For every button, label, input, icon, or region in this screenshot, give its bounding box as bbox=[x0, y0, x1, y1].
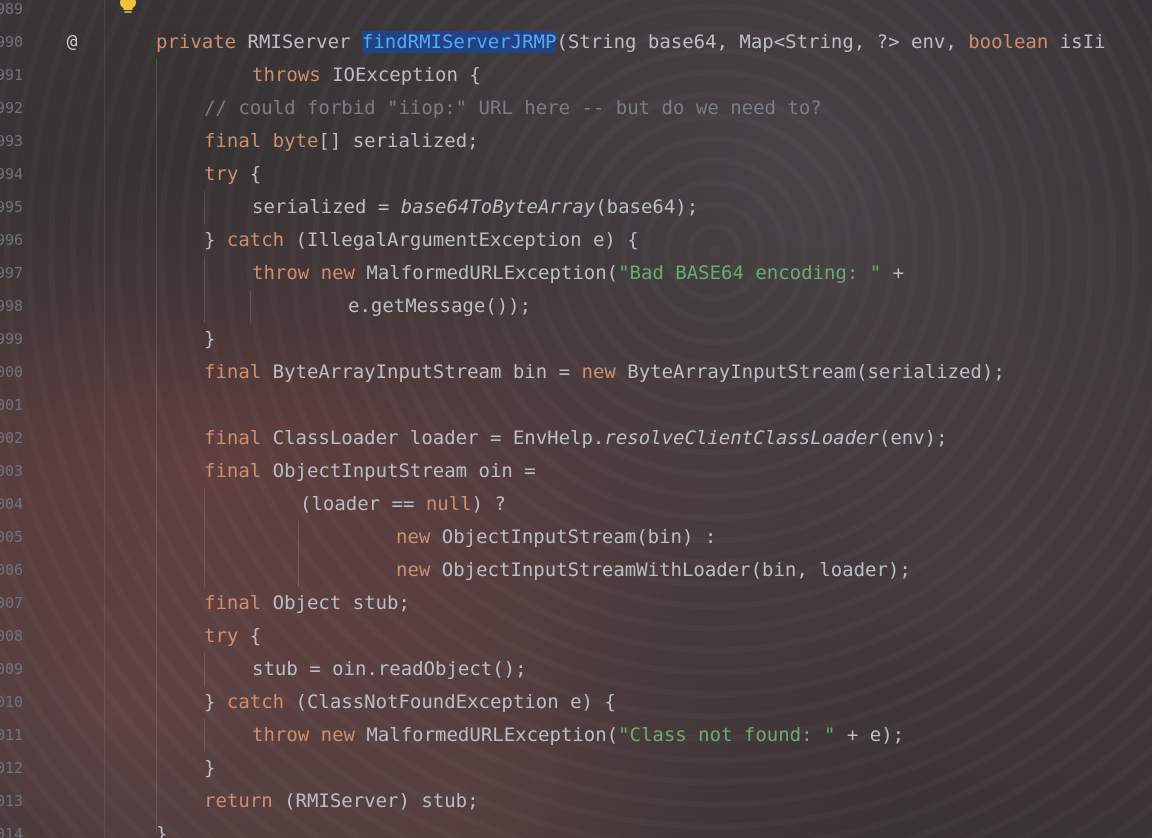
line-number: 990 bbox=[0, 33, 24, 51]
code-editor[interactable]: 989 990 991 992 993 994 995 996 997 998 … bbox=[0, 0, 1152, 838]
line-number-gutter[interactable]: 989 990 991 992 993 994 995 996 997 998 … bbox=[0, 0, 105, 838]
indent-guide bbox=[250, 290, 251, 323]
override-marker-icon[interactable]: @ bbox=[60, 28, 84, 56]
line-number: 010 bbox=[0, 693, 24, 711]
line-number: 997 bbox=[0, 264, 24, 282]
line-number: 993 bbox=[0, 132, 24, 150]
comment: // could forbid "iiop:" URL here -- but … bbox=[204, 97, 822, 119]
line-number: 991 bbox=[0, 66, 24, 84]
code-line[interactable]: serialized = base64ToByteArray(base64); bbox=[252, 191, 698, 224]
line-number: 998 bbox=[0, 297, 24, 315]
line-number: 011 bbox=[0, 726, 24, 744]
code-line[interactable]: } bbox=[204, 752, 215, 785]
line-number: 009 bbox=[0, 660, 24, 678]
line-number: 001 bbox=[0, 396, 24, 414]
code-line[interactable]: (loader == null) ? bbox=[300, 488, 506, 521]
indent-guide bbox=[298, 521, 299, 587]
line-number: 006 bbox=[0, 561, 24, 579]
line-number: 005 bbox=[0, 528, 24, 546]
code-line[interactable]: throws IOException { bbox=[252, 59, 481, 92]
code-line[interactable]: e.getMessage()); bbox=[348, 290, 531, 323]
code-line[interactable]: final ByteArrayInputStream bin = new Byt… bbox=[204, 356, 1005, 389]
code-area[interactable]: private RMIServer findRMIServerJRMP(Stri… bbox=[0, 0, 1152, 838]
indent-guide bbox=[204, 257, 205, 323]
line-number: 000 bbox=[0, 363, 24, 381]
line-number: 999 bbox=[0, 330, 24, 348]
code-line[interactable]: final ObjectInputStream oin = bbox=[204, 455, 536, 488]
line-number: 014 bbox=[0, 825, 24, 838]
code-line[interactable]: new ObjectInputStreamWithLoader(bin, loa… bbox=[396, 554, 911, 587]
code-line[interactable]: // could forbid "iiop:" URL here -- but … bbox=[204, 92, 822, 125]
code-line[interactable]: return (RMIServer) stub; bbox=[204, 785, 479, 818]
code-line[interactable]: private RMIServer findRMIServerJRMP(Stri… bbox=[156, 26, 1105, 59]
line-number: 008 bbox=[0, 627, 24, 645]
line-number: 992 bbox=[0, 99, 24, 117]
indent-guide bbox=[156, 59, 157, 834]
code-line[interactable]: final ClassLoader loader = EnvHelp.resol… bbox=[204, 422, 948, 455]
code-line[interactable]: } catch (IllegalArgumentException e) { bbox=[204, 224, 639, 257]
indent-guide bbox=[204, 488, 205, 587]
code-line[interactable]: final Object stub; bbox=[204, 587, 410, 620]
code-line[interactable]: stub = oin.readObject(); bbox=[252, 653, 527, 686]
code-line[interactable]: throw new MalformedURLException("Bad BAS… bbox=[252, 257, 904, 290]
line-number: 996 bbox=[0, 231, 24, 249]
line-number: 002 bbox=[0, 429, 24, 447]
code-line[interactable]: } bbox=[204, 323, 215, 356]
selected-method-name[interactable]: findRMIServerJRMP bbox=[361, 31, 557, 53]
indent-guide bbox=[204, 653, 205, 686]
indent-guide bbox=[204, 191, 205, 224]
line-number: 012 bbox=[0, 759, 24, 777]
indent-guide bbox=[204, 719, 205, 752]
line-number: 994 bbox=[0, 165, 24, 183]
code-line[interactable]: final byte[] serialized; bbox=[204, 125, 479, 158]
code-line[interactable]: try { bbox=[204, 158, 261, 191]
lightbulb-icon[interactable] bbox=[118, 0, 138, 16]
line-number: 995 bbox=[0, 198, 24, 216]
line-number: 007 bbox=[0, 594, 24, 612]
code-line[interactable]: } catch (ClassNotFoundException e) { bbox=[204, 686, 616, 719]
line-number: 013 bbox=[0, 792, 24, 810]
line-number: 989 bbox=[0, 0, 24, 18]
line-number: 003 bbox=[0, 462, 24, 480]
code-line[interactable]: } bbox=[156, 818, 167, 838]
code-line[interactable]: try { bbox=[204, 620, 261, 653]
code-line[interactable]: throw new MalformedURLException("Class n… bbox=[252, 719, 904, 752]
line-number: 004 bbox=[0, 495, 24, 513]
code-line[interactable]: new ObjectInputStream(bin) : bbox=[396, 521, 716, 554]
